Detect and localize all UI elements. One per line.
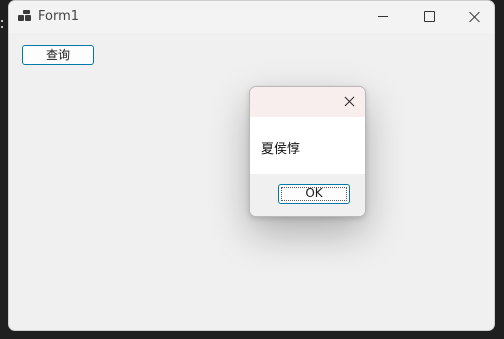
window-title: Form1 — [38, 9, 80, 24]
maximize-button[interactable] — [406, 1, 452, 33]
message-box: 夏侯惇 OK — [249, 86, 366, 217]
app-icon — [18, 10, 32, 24]
message-box-footer: OK — [250, 174, 365, 216]
message-box-title-bar[interactable] — [250, 87, 365, 117]
minimize-button[interactable] — [360, 1, 406, 33]
desktop-edge-dots — [1, 18, 4, 30]
ok-button[interactable]: OK — [278, 184, 350, 204]
message-box-close-button[interactable] — [335, 87, 365, 117]
query-button[interactable]: 查询 — [22, 45, 94, 65]
title-bar[interactable]: Form1 — [9, 1, 494, 33]
close-button[interactable] — [452, 1, 494, 33]
message-text: 夏侯惇 — [261, 142, 301, 157]
